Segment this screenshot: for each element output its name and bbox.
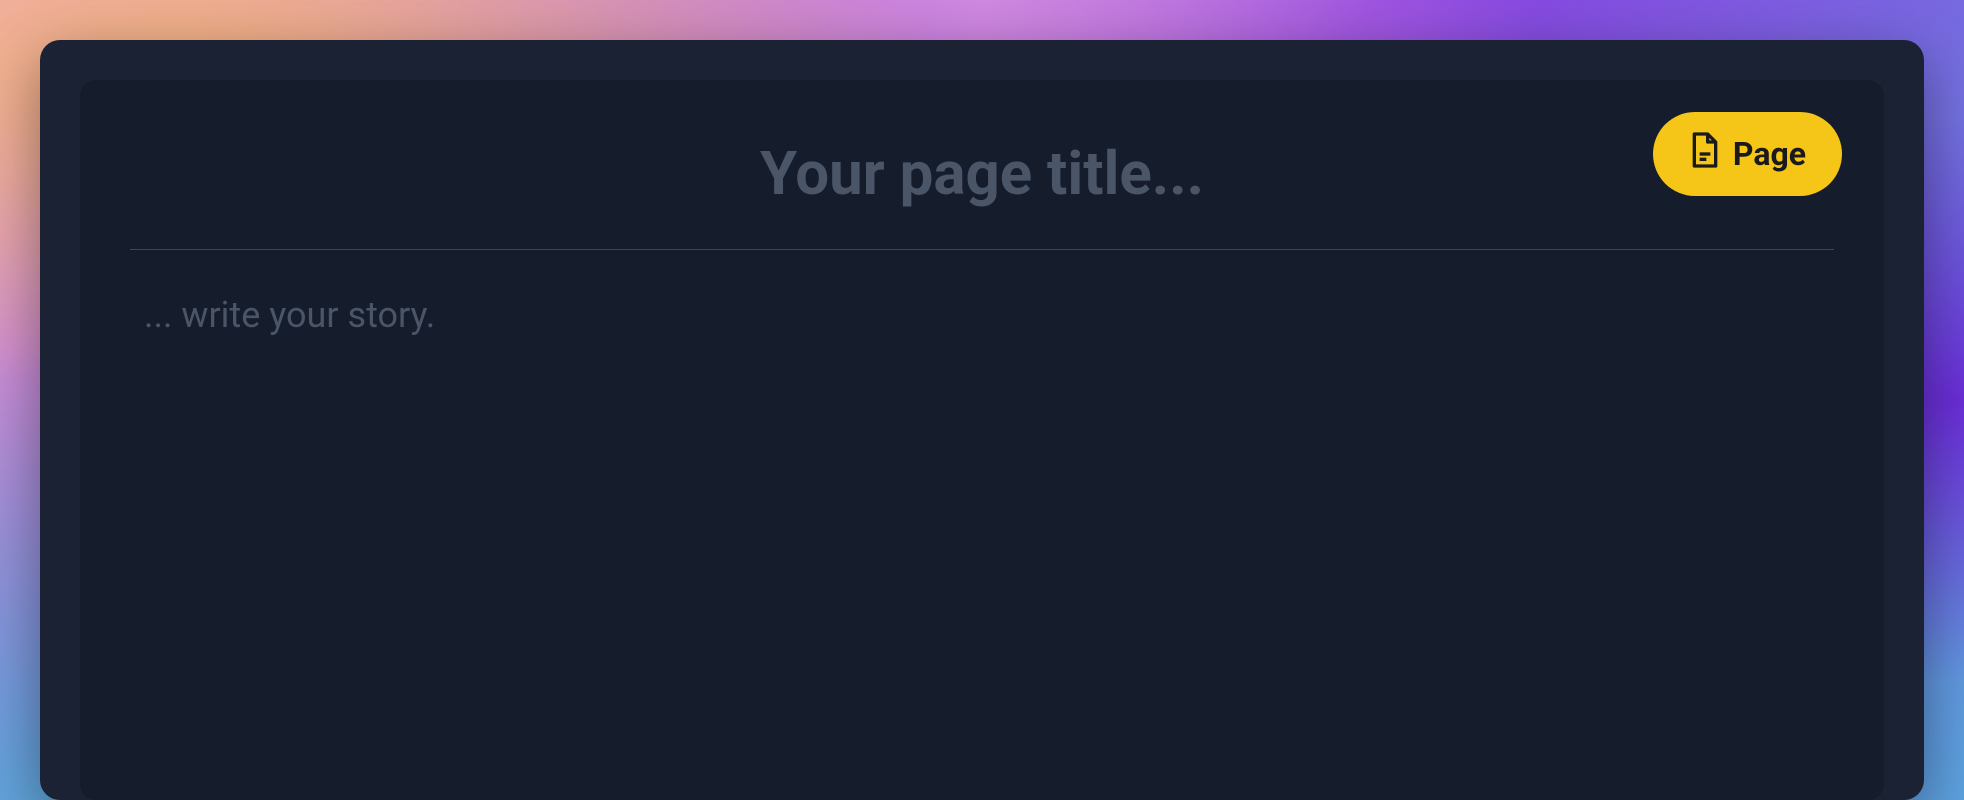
editor-inner-panel bbox=[80, 80, 1884, 800]
page-type-badge: Page bbox=[1653, 112, 1842, 196]
editor-outer-panel: Page bbox=[40, 40, 1924, 800]
page-title-input[interactable] bbox=[130, 120, 1834, 249]
page-icon bbox=[1689, 130, 1721, 178]
title-body-divider bbox=[130, 249, 1834, 250]
page-type-label: Page bbox=[1733, 135, 1806, 173]
page-body-input[interactable] bbox=[130, 294, 1834, 594]
